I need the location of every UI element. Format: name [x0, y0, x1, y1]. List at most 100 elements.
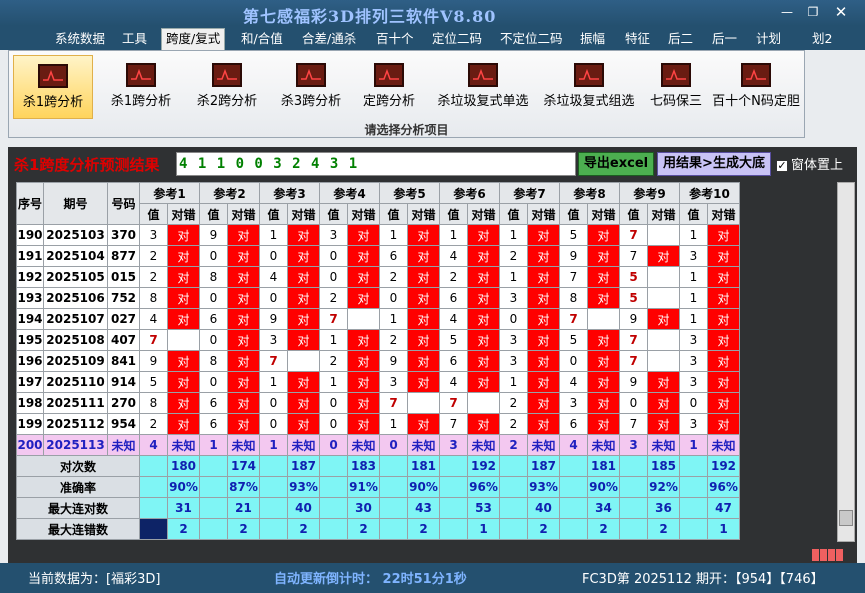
result-field[interactable]: 4 1 1 0 0 3 2 4 3 1 — [176, 152, 576, 176]
scroll-thumb[interactable] — [839, 510, 853, 526]
menu-feature[interactable]: 特征 — [625, 29, 650, 49]
ref-check: 对 — [467, 287, 500, 309]
menu-sum[interactable]: 和/合值 — [241, 29, 283, 49]
minimize-icon[interactable]: — — [774, 4, 800, 20]
stats-blank — [319, 518, 348, 540]
chart-icon — [661, 63, 691, 87]
vertical-scrollbar[interactable] — [837, 182, 855, 542]
menu-tools[interactable]: 工具 — [122, 29, 147, 49]
tool-n-code-gall[interactable]: 百十个N码定胆 — [709, 55, 803, 119]
ref-value: 7 — [439, 413, 468, 435]
table-row[interactable]: 192 2025105 015 2 对 8 对 4 对 0 对 2 对 2 对 1 对 7 对 5 1 对 — [16, 266, 740, 288]
check-icon[interactable]: ✓ — [776, 159, 788, 172]
ref-check: 对 — [707, 308, 740, 330]
menu-amplitude[interactable]: 振幅 — [580, 29, 605, 49]
table-row[interactable]: 197 2025110 914 5 对 0 对 1 对 1 对 3 对 4 对 1 对 4 对 9 对 3 对 — [16, 371, 740, 393]
ref-value: 0 — [259, 245, 288, 267]
tool-kill3-span[interactable]: 杀3跨分析 — [271, 55, 351, 119]
status-bar: 当前数据为：[福彩3D] 自动更新倒计时： 22时51分1秒 FC3D第 202… — [0, 563, 865, 593]
ref-value: 1 — [499, 371, 528, 393]
ref-value: 9 — [619, 308, 648, 330]
close-icon[interactable]: ✕ — [828, 4, 854, 20]
topmost-checkbox[interactable]: ✓ 窗体置上 — [776, 154, 843, 173]
stats-value: 183 — [347, 455, 380, 477]
ref-value: 7 — [139, 329, 168, 351]
menu-position-two[interactable]: 定位二码 — [432, 29, 482, 49]
menu-system-data[interactable]: 系统数据 — [55, 29, 105, 49]
tool-kill2-span[interactable]: 杀2跨分析 — [187, 55, 267, 119]
ref-check: 对 — [347, 329, 380, 351]
row-seq: 195 — [16, 329, 44, 351]
table-row[interactable]: 199 2025112 954 2 对 6 对 0 对 0 对 1 对 7 对 2 对 6 对 7 对 3 对 — [16, 413, 740, 435]
stats-value: 174 — [227, 455, 260, 477]
ref-value: 1 — [679, 224, 708, 246]
ref-value: 5 — [439, 329, 468, 351]
table-row[interactable]: 194 2025107 027 4 对 6 对 9 对 7 1 对 4 对 0 对 7 9 对 1 对 — [16, 308, 740, 330]
ref-value: 2 — [499, 413, 528, 435]
tool-seven-code[interactable]: 七码保三 — [643, 55, 709, 119]
menu-last-one[interactable]: 后一 — [712, 29, 737, 49]
ref-check: 对 — [527, 224, 560, 246]
menu-span-compound[interactable]: 跨度/复式 — [161, 28, 226, 50]
table-row[interactable]: 196 2025109 841 9 对 8 对 7 2 对 9 对 6 对 3 对 0 对 7 3 对 — [16, 350, 740, 372]
ref-value: 2 — [139, 266, 168, 288]
ref-value: 4 — [259, 266, 288, 288]
predict-row[interactable]: 200 2025113 未知 4 未知 1 未知 1 未知 0 未知 0 未知 3 未知 2 未知 4 未知 3 未知 1… — [16, 434, 740, 456]
ref-value: 1 — [679, 287, 708, 309]
ref-value: 9 — [199, 224, 228, 246]
table-row[interactable]: 198 2025111 270 8 对 6 对 0 对 0 对 7 7 2 对 3 对 0 对 0 对 — [16, 392, 740, 414]
ref-check: 对 — [527, 392, 560, 414]
value-header: 值 — [499, 203, 528, 225]
tool-junk-single[interactable]: 杀垃圾复式单选 — [431, 55, 535, 119]
ref-check — [647, 350, 680, 372]
menu-plan-2[interactable]: 划2 — [812, 29, 832, 49]
table-row[interactable]: 193 2025106 752 8 对 0 对 0 对 2 对 0 对 6 对 3 对 8 对 5 1 对 — [16, 287, 740, 309]
chart-icon — [574, 63, 604, 87]
ref-value: 3 — [499, 350, 528, 372]
stats-blank — [319, 455, 348, 477]
ref-check — [647, 329, 680, 351]
export-excel-button[interactable]: 导出excel — [578, 152, 654, 176]
menu-diff-kill[interactable]: 合差/通杀 — [302, 29, 356, 49]
ref-value: 6 — [199, 413, 228, 435]
stats-value: 40 — [287, 497, 320, 519]
table-row[interactable]: 191 2025104 877 2 对 0 对 0 对 0 对 6 对 4 对 2 对 9 对 7 对 3 对 — [16, 245, 740, 267]
ref-value: 3 — [139, 224, 168, 246]
table-row[interactable]: 190 2025103 370 3 对 9 对 1 对 3 对 1 对 1 对 1 对 5 对 7 1 对 — [16, 224, 740, 246]
tool-kill1-span-active[interactable]: 杀1跨分析 — [13, 55, 93, 119]
table-row[interactable]: 195 2025108 407 7 0 对 3 对 1 对 2 对 5 对 3 对 5 对 7 3 对 — [16, 329, 740, 351]
countdown-label: 自动更新倒计时： 22时51分1秒 — [274, 572, 467, 587]
predict-seq: 200 — [16, 434, 44, 456]
ref-check: 对 — [227, 287, 260, 309]
menu-nonposition-two[interactable]: 不定位二码 — [500, 29, 563, 49]
ref-value: 1 — [679, 266, 708, 288]
analysis-table: 序号 期号 号码 参考1 参考2 参考3 参考4 参考5 参考6 参考7 参考8 参考9 参考10 值对错… — [16, 182, 740, 540]
ref-check: 对 — [347, 392, 380, 414]
row-seq: 197 — [16, 371, 44, 393]
stats-blank — [679, 518, 708, 540]
ref-value: 7 — [619, 224, 648, 246]
menu-position-digits[interactable]: 百十个 — [376, 29, 414, 49]
chart-icon — [296, 63, 326, 87]
tool-kill1-span[interactable]: 杀1跨分析 — [101, 55, 181, 119]
ref-check: 对 — [527, 371, 560, 393]
ref-check — [647, 224, 680, 246]
generate-base-button[interactable]: 用结果>生成大底 — [657, 152, 771, 176]
maximize-icon[interactable]: ❐ — [800, 4, 826, 20]
tool-label: 杀2跨分析 — [196, 94, 258, 109]
ref-value: 0 — [259, 287, 288, 309]
ref-value: 0 — [319, 392, 348, 414]
ref-check: 对 — [227, 224, 260, 246]
ref-value: 8 — [199, 350, 228, 372]
ref-value: 3 — [499, 329, 528, 351]
tool-junk-group[interactable]: 杀垃圾复式组选 — [537, 55, 641, 119]
ref-value: 0 — [259, 413, 288, 435]
menu-last-two[interactable]: 后二 — [668, 29, 693, 49]
ref-value: 8 — [139, 392, 168, 414]
tool-fixed-span[interactable]: 定跨分析 — [353, 55, 425, 119]
menu-plan[interactable]: 计划 — [756, 29, 781, 49]
check-header: 对错 — [467, 203, 500, 225]
check-header: 对错 — [407, 203, 440, 225]
ref-check: 对 — [407, 371, 440, 393]
stats-blank — [559, 497, 588, 519]
